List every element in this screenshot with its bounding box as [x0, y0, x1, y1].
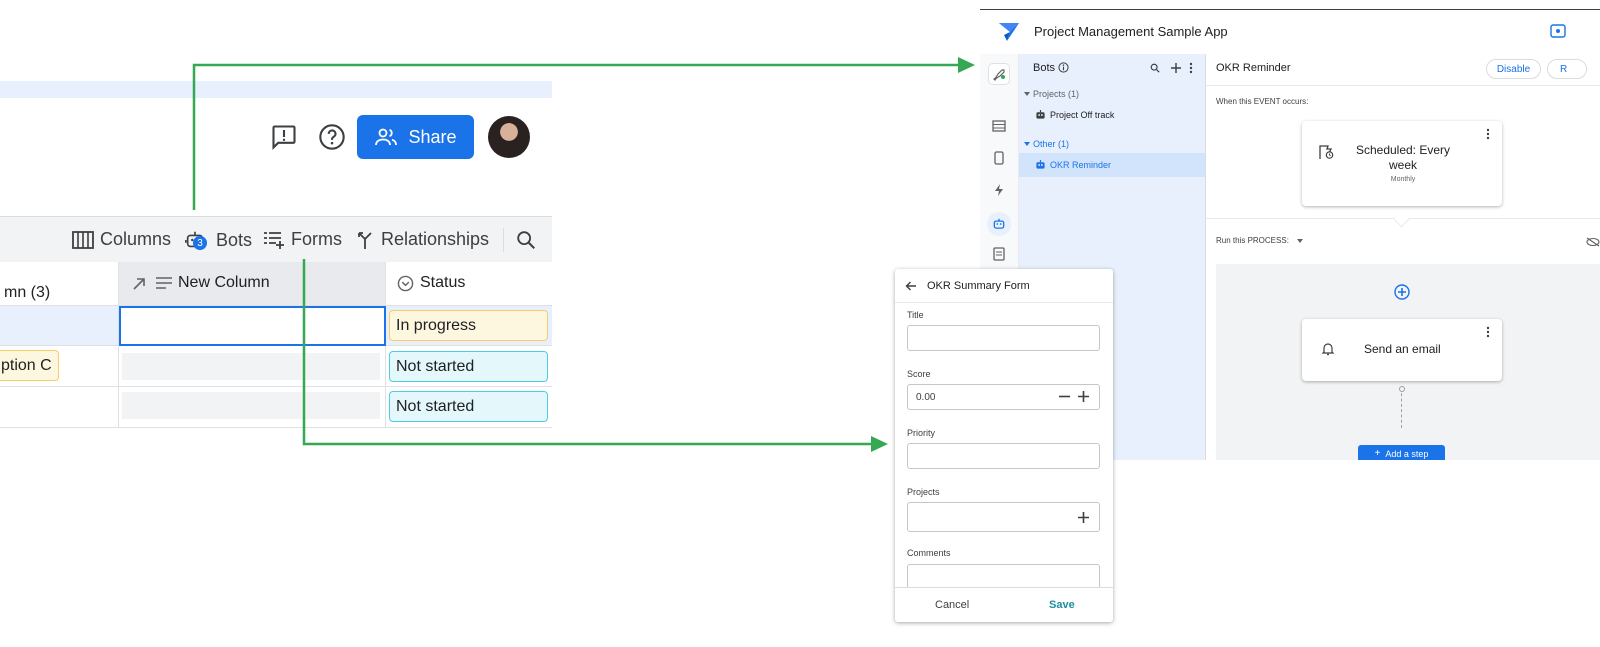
bots-callout-arrow	[192, 57, 975, 210]
callout-arrows	[192, 57, 975, 452]
forms-callout-arrow	[302, 259, 888, 452]
